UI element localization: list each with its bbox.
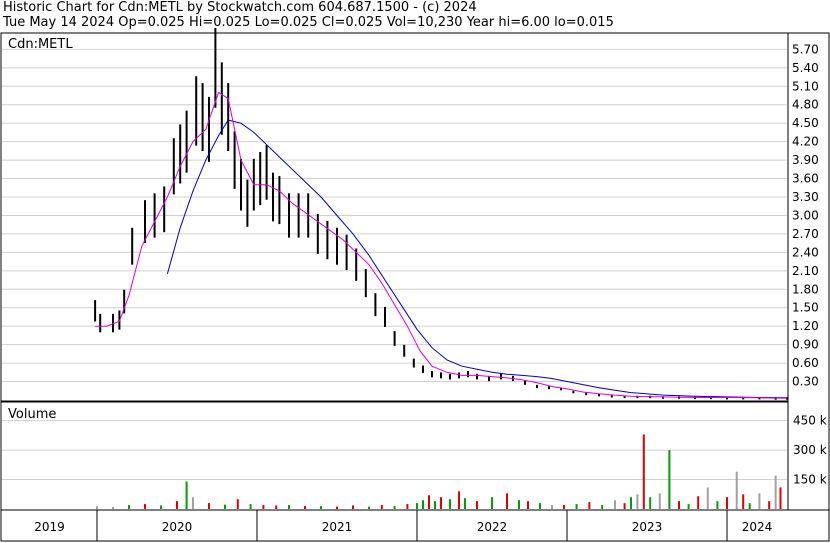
year-tick-label: 2019 [34,520,65,534]
year-tick-label: 2021 [322,520,353,534]
price-tick-label: 2.40 [792,245,819,259]
volume-bar [112,507,114,509]
year-tick-label: 2023 [632,520,663,534]
volume-bar [393,506,396,509]
volume-bar [304,506,306,509]
volume-bar [779,487,782,509]
year-tick-label: 2022 [477,520,508,534]
volume-bar [434,501,436,509]
price-tick-label: 1.80 [792,282,819,296]
price-tick-label: 4.80 [792,98,819,112]
price-tick-label: 0.30 [792,375,819,389]
volume-bar [208,503,210,509]
volume-bar [464,498,466,509]
volume-bar [380,505,383,509]
volume-bar [697,496,700,509]
price-tick-label: 3.00 [792,208,819,222]
volume-bar [144,504,146,509]
year-tick-label: 2020 [162,520,193,534]
price-panel-title: Cdn:METL [8,37,73,52]
volume-bar [275,505,278,509]
volume-bar [428,495,430,509]
volume-bar [649,497,652,509]
volume-bar [160,505,162,509]
volume-panel-title: Volume [8,407,56,422]
volume-bar [416,503,418,509]
volume-bar [687,504,690,509]
volume-bar [249,504,252,509]
volume-bar [458,491,460,509]
year-axis [0,509,830,542]
price-tick-label: 4.50 [792,116,819,130]
volume-bar [588,502,591,509]
volume-bar [506,493,508,509]
price-tick-label: 1.50 [792,301,819,315]
volume-tick-label: 450 k [793,414,827,428]
volume-bar [128,505,130,509]
price-tick-label: 3.90 [792,153,819,167]
volume-bar [658,493,661,509]
year-tick-label: 2024 [742,520,773,534]
volume-bar [262,505,265,509]
volume-bar [406,504,409,509]
volume-bar [440,497,442,509]
volume-bar [706,487,709,509]
volume-bar [449,499,451,509]
volume-bar [551,505,553,509]
price-tick-label: 4.20 [792,135,819,149]
volume-bar [623,503,626,509]
volume-bar [575,504,578,509]
price-tick-label: 3.30 [792,190,819,204]
volume-bar [224,504,226,509]
volume-bar [735,471,738,509]
volume-bar [601,505,604,509]
volume-bar [176,501,178,509]
volume-bar [539,503,541,509]
volume-bar [758,493,761,509]
volume-bar [774,475,777,509]
volume-bar [636,494,639,509]
volume-bar [236,499,239,509]
volume-bar [491,497,493,509]
volume-bar [476,501,478,509]
volume-bar [96,506,98,509]
volume-bar [716,501,719,509]
volume-bar [614,500,616,509]
price-tick-label: 0.90 [792,338,819,352]
price-tick-label: 0.60 [792,356,819,370]
stock-chart: 5.70 5.40 5.10 4.80 4.50 4.20 3.90 3.60 3.30 3.00… [0,27,830,542]
volume-tick-labels: 450 k 300 k 150 k [793,414,827,487]
volume-bar [768,501,771,509]
volume-bar [527,501,529,509]
price-tick-label: 3.60 [792,172,819,186]
volume-bar [422,500,424,509]
price-tick-label: 5.40 [792,61,819,75]
volume-bar [642,434,645,509]
price-tick-label: 5.10 [792,79,819,93]
volume-bar [726,497,728,509]
price-tick-label: 1.20 [792,319,819,333]
volume-bar [288,505,290,509]
volume-bar [748,503,751,509]
volume-bar [668,450,671,509]
volume-bar [678,501,680,509]
volume-bar [185,481,188,509]
price-tick-label: 5.70 [792,42,819,56]
volume-bar [630,497,632,509]
volume-tick-label: 150 k [793,473,827,487]
volume-bar [320,506,322,509]
volume-bar [518,500,520,509]
volume-bar [352,505,354,509]
volume-bar [336,506,338,509]
price-tick-label: 2.10 [792,264,819,278]
volume-bar [192,497,194,509]
volume-bar [563,505,565,509]
price-tick-label: 2.70 [792,227,819,241]
volume-bar [742,494,745,509]
volume-tick-label: 300 k [793,443,827,457]
volume-bar [368,506,370,509]
